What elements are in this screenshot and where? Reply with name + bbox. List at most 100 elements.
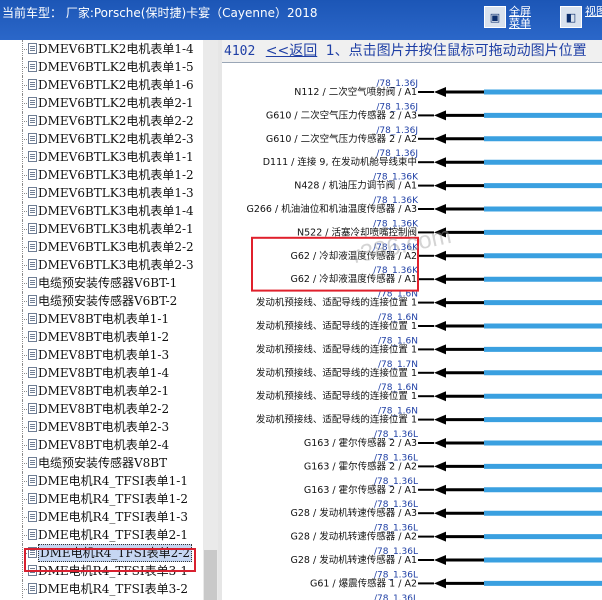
document-tree: DMEV6BTLK2电机表单1-4 DMEV6BTLK2电机表单1-5 DMEV6B… xyxy=(0,40,219,600)
tree-item[interactable]: DMEV6BTLK3电机表单2-3 xyxy=(0,256,205,274)
tree-item-label: DMEV8BT电机表单2-3 xyxy=(38,420,170,434)
tree-item[interactable]: DMEV8BT电机表单2-4 xyxy=(0,436,205,454)
tree-item-label: DMEV6BTLK3电机表单2-3 xyxy=(38,258,194,272)
tree-item[interactable]: DMEV6BTLK2电机表单2-1 xyxy=(0,94,205,112)
tree-item-label: DME电机R4_TFSI表单1-2 xyxy=(38,492,188,506)
arrow-head xyxy=(434,367,446,378)
tree-item-label: DMEV8BT电机表单1-4 xyxy=(38,366,170,380)
tree-item[interactable]: DMEV6BTLK3电机表单1-1 xyxy=(0,148,205,166)
page-code: 4102 xyxy=(224,44,256,59)
tree-item[interactable]: DMEV8BT电机表单1-4 xyxy=(0,364,205,382)
component-label: G62 / 冷却液温度传感器 / A1 xyxy=(291,273,417,285)
component-label: G28 / 发动机转速传感器 / A3 xyxy=(291,507,417,519)
tree-item[interactable]: DME电机R4_TFSI表单3-2 xyxy=(0,580,205,598)
component-label: G610 / 二次空气压力传感器 2 / A2 xyxy=(266,133,417,145)
tree-item[interactable]: DMEV6BTLK2电机表单1-6 xyxy=(0,76,205,94)
document-icon xyxy=(28,97,37,108)
component-label: 发动机预接线、适配导线的连接位置 1 xyxy=(256,297,417,309)
tree-scrollbar-thumb[interactable] xyxy=(204,550,217,600)
arrow-head xyxy=(434,461,446,472)
document-icon xyxy=(28,259,37,270)
viewer-toolbar: 4102 <<返回 1、点击图片并按住鼠标可拖动动图片位置 xyxy=(222,40,602,63)
tree-item[interactable]: DME电机R4_TFSI表单1-1 xyxy=(0,472,205,490)
component-label: G163 / 霍尔传感器 2 / A2 xyxy=(304,460,417,472)
tree-item[interactable]: 电缆预安装传感器V8BT xyxy=(0,454,205,472)
tree-item-label: DMEV6BTLK2电机表单2-2 xyxy=(38,114,194,128)
arrow-head xyxy=(434,157,446,168)
tree-item[interactable]: DMEV6BTLK3电机表单1-3 xyxy=(0,184,205,202)
component-label: G28 / 发动机转速传感器 / A1 xyxy=(291,554,417,566)
arrow-head xyxy=(434,133,446,144)
arrow-head xyxy=(434,391,446,402)
tree-item-label: DMEV8BT电机表单2-4 xyxy=(38,438,170,452)
document-icon xyxy=(28,151,37,162)
document-icon xyxy=(28,43,37,54)
tree-item[interactable]: DME电机R4_TFSI表单2-1 xyxy=(0,526,205,544)
tree-item-label: DMEV6BTLK2电机表单1-6 xyxy=(38,78,194,92)
arrow-head xyxy=(434,555,446,565)
wiring-diagram-canvas[interactable]: /78_1.36JN112 / 二次空气喷射阀 / A1/78_1.36JG61… xyxy=(222,62,602,600)
tree-item[interactable]: DMEV6BTLK3电机表单1-2 xyxy=(0,166,205,184)
tree-item-label: DMEV6BTLK3电机表单1-2 xyxy=(38,168,194,182)
component-label: N428 / 机油压力调节阀 / A1 xyxy=(294,180,417,192)
arrow-head xyxy=(434,531,446,542)
tree-item[interactable]: DMEV6BTLK3电机表单2-1 xyxy=(0,220,205,238)
document-icon xyxy=(28,475,37,486)
tree-item[interactable]: DME电机R4_TFSI表单1-2 xyxy=(0,490,205,508)
wiring-diagram[interactable]: /78_1.36J N112 / 二次空气喷射阀 / A1/78_1.36J G61… xyxy=(222,62,602,600)
document-icon xyxy=(28,223,37,234)
arrow-head xyxy=(434,110,446,121)
document-icon xyxy=(28,61,37,72)
arrow-head xyxy=(434,274,446,285)
tree-item[interactable]: DMEV8BT电机表单1-2 xyxy=(0,328,205,346)
document-icon xyxy=(28,439,37,450)
component-label: G610 / 二次空气压力传感器 2 / A3 xyxy=(266,109,417,121)
document-icon xyxy=(28,403,37,414)
tree-item[interactable]: DMEV6BTLK3电机表单2-2 xyxy=(0,238,205,256)
tree-item[interactable]: DMEV6BTLK3电机表单1-4 xyxy=(0,202,205,220)
tree-item[interactable]: 电缆预安装传感器V6BT-1 xyxy=(0,274,205,292)
tree-item[interactable]: DMEV8BT电机表单2-3 xyxy=(0,418,205,436)
tree-item-label: DMEV6BTLK3电机表单1-4 xyxy=(38,204,194,218)
arrow-head xyxy=(434,438,446,448)
tree-item-label: DME电机R4_TFSI表单2-1 xyxy=(38,528,188,542)
component-label: N112 / 二次空气喷射阀 / A1 xyxy=(294,86,417,98)
split-view-icon: ◧ xyxy=(560,6,582,28)
diagram-viewer: 4102 <<返回 1、点击图片并按住鼠标可拖动动图片位置 /78_1.36J N… xyxy=(222,40,602,600)
tree-item[interactable]: 电缆预安装传感器V6BT-2 xyxy=(0,292,205,310)
arrow-head xyxy=(434,344,446,355)
tree-item[interactable]: DMEV8BT电机表单1-3 xyxy=(0,346,205,364)
component-label: 发动机预接线、适配导线的连接位置 1 xyxy=(256,367,417,379)
title-bar: 当前车型： 厂家:Porsche(保时捷)卡宴（Cayenne）2018 ▣ 全… xyxy=(0,0,602,40)
component-label: G61 / 爆震传感器 1 / A2 xyxy=(310,577,417,589)
tree-scrollbar[interactable] xyxy=(203,40,218,600)
fullscreen-menu-button[interactable]: ▣ 全屏菜单 xyxy=(484,6,535,30)
tree-item[interactable]: DMEV8BT电机表单2-1 xyxy=(0,382,205,400)
tree-item-label: DMEV6BTLK2电机表单2-1 xyxy=(38,96,194,110)
tree-item-label: DME电机R4_TFSI表单3-2 xyxy=(38,582,188,596)
tree-item[interactable]: DMEV6BTLK2电机表单1-4 xyxy=(0,40,205,58)
tree-item[interactable]: DMEV8BT电机表单2-2 xyxy=(0,400,205,418)
tree-item[interactable]: DMEV6BTLK2电机表单2-3 xyxy=(0,130,205,148)
tree-item-label: DME电机R4_TFSI表单1-1 xyxy=(38,474,188,488)
document-icon xyxy=(28,133,37,144)
tree-item-label: DMEV8BT电机表单2-2 xyxy=(38,402,170,416)
component-label: G266 / 机油油位和机油温度传感器 / A3 xyxy=(246,203,417,215)
tree-item[interactable]: DMEV8BT电机表单1-1 xyxy=(0,310,205,328)
tree-item[interactable]: DMEV6BTLK2电机表单1-5 xyxy=(0,58,205,76)
document-icon xyxy=(28,385,37,396)
tree-item-label: DMEV8BT电机表单1-2 xyxy=(38,330,170,344)
document-icon xyxy=(28,367,37,378)
arrow-head xyxy=(434,204,446,214)
arrow-head xyxy=(434,297,446,308)
back-link[interactable]: <<返回 xyxy=(266,43,317,59)
tree-item-label: DMEV6BTLK3电机表单2-2 xyxy=(38,240,194,254)
tree-item[interactable]: DME电机R4_TFSI表单1-3 xyxy=(0,508,205,526)
arrow-head xyxy=(434,484,446,495)
document-icon xyxy=(28,583,37,594)
selection-highlight-box xyxy=(24,548,196,572)
component-label: 发动机预接线、适配导线的连接位置 1 xyxy=(256,390,417,402)
restore-view-button[interactable]: ◧ 视图 xyxy=(560,6,602,28)
tree-item[interactable]: DMEV6BTLK2电机表单2-2 xyxy=(0,112,205,130)
tree-item-label: DMEV8BT电机表单1-3 xyxy=(38,348,170,362)
